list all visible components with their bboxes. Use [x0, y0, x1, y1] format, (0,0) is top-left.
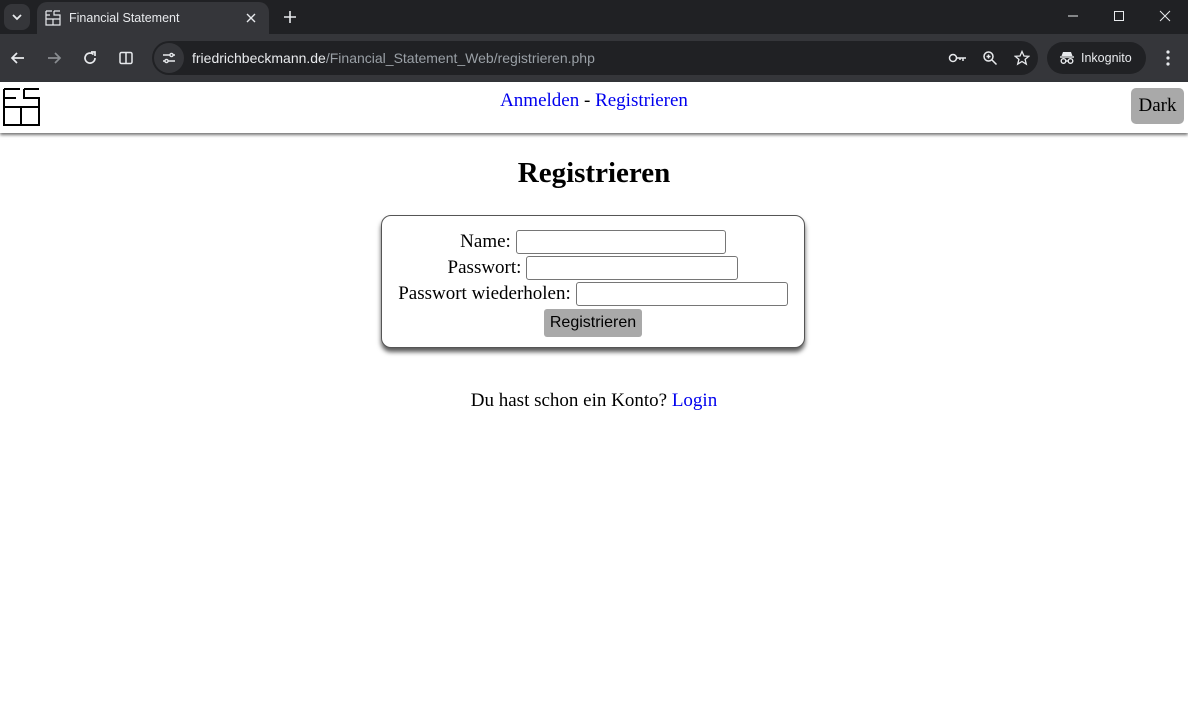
url-path: /Financial_Statement_Web/registrieren.ph…: [325, 50, 595, 66]
password-repeat-input[interactable]: [575, 282, 788, 306]
name-label: Name:: [460, 231, 511, 252]
password-repeat-row: Passwort wiederholen:: [382, 281, 804, 307]
password-input[interactable]: [526, 256, 739, 280]
reload-button[interactable]: [78, 46, 102, 70]
name-row: Name:: [382, 229, 804, 255]
address-bar[interactable]: friedrichbeckmann.de/Financial_Statement…: [152, 41, 1038, 75]
password-label: Passwort:: [447, 257, 522, 278]
new-tab-button[interactable]: [280, 7, 300, 27]
forward-icon: [48, 52, 62, 64]
url-host: friedrichbeckmann.de: [192, 50, 326, 66]
split-view-button[interactable]: [114, 46, 138, 70]
reload-icon: [84, 51, 96, 64]
zoom-icon: [983, 51, 998, 66]
url-text: friedrichbeckmann.de/Financial_Statement…: [192, 50, 942, 66]
favicon-icon: [45, 10, 61, 26]
tab-search-button[interactable]: [4, 4, 30, 30]
plus-icon: [284, 11, 296, 23]
browser-menu-button[interactable]: [1158, 46, 1178, 70]
incognito-badge[interactable]: Inkognito: [1047, 42, 1146, 74]
star-icon: [1014, 50, 1030, 66]
nav-separator: -: [583, 90, 591, 111]
name-input[interactable]: [515, 230, 726, 254]
tab-search-icon: [12, 14, 22, 21]
browser-toolbar: friedrichbeckmann.de/Financial_Statement…: [0, 34, 1188, 82]
window-close-button[interactable]: [1142, 0, 1188, 32]
nav-link-anmelden[interactable]: Anmelden: [500, 90, 579, 111]
password-repeat-label: Passwort wiederholen:: [398, 283, 571, 304]
incognito-label: Inkognito: [1081, 51, 1132, 65]
site-info-button[interactable]: [154, 43, 184, 73]
register-submit-button[interactable]: Registrieren: [543, 309, 643, 337]
login-prompt-line: Du hast schon ein Konto? Login: [0, 390, 1188, 412]
nav-link-registrieren[interactable]: Registrieren: [595, 90, 688, 111]
minimize-button[interactable]: [1050, 0, 1096, 32]
tab-title: Financial Statement: [69, 11, 180, 25]
zoom-button[interactable]: [974, 43, 1006, 73]
header-nav: Anmelden - Registrieren: [0, 90, 1188, 112]
register-form: Name: Passwort: Passwort wiederholen: Re…: [381, 215, 805, 348]
back-icon: [10, 52, 24, 64]
kebab-menu-icon: [1166, 50, 1170, 66]
site-header: Anmelden - Registrieren Dark: [0, 82, 1188, 133]
bookmark-button[interactable]: [1006, 43, 1038, 73]
password-key-button[interactable]: [942, 43, 974, 73]
window-close-icon: [1159, 10, 1171, 22]
browser-tab-bar: Financial Statement: [0, 0, 1188, 34]
dark-mode-button[interactable]: Dark: [1131, 88, 1184, 124]
login-prompt-text: Du hast schon ein Konto?: [470, 390, 668, 411]
site-info-icon: [163, 52, 175, 64]
incognito-icon: [1060, 52, 1074, 64]
back-button[interactable]: [6, 46, 30, 70]
close-icon: [246, 13, 256, 23]
split-view-icon: [119, 51, 133, 65]
password-row: Passwort:: [382, 255, 804, 281]
tab-close-button[interactable]: [243, 10, 259, 26]
login-link[interactable]: Login: [672, 390, 717, 411]
window-controls: [1050, 0, 1188, 34]
minimize-icon: [1068, 15, 1078, 17]
page-title: Registrieren: [517, 157, 671, 189]
forward-button[interactable]: [42, 46, 66, 70]
browser-tab[interactable]: Financial Statement: [37, 2, 269, 34]
password-key-icon: [948, 53, 966, 63]
maximize-button[interactable]: [1096, 0, 1142, 32]
maximize-icon: [1114, 11, 1124, 21]
